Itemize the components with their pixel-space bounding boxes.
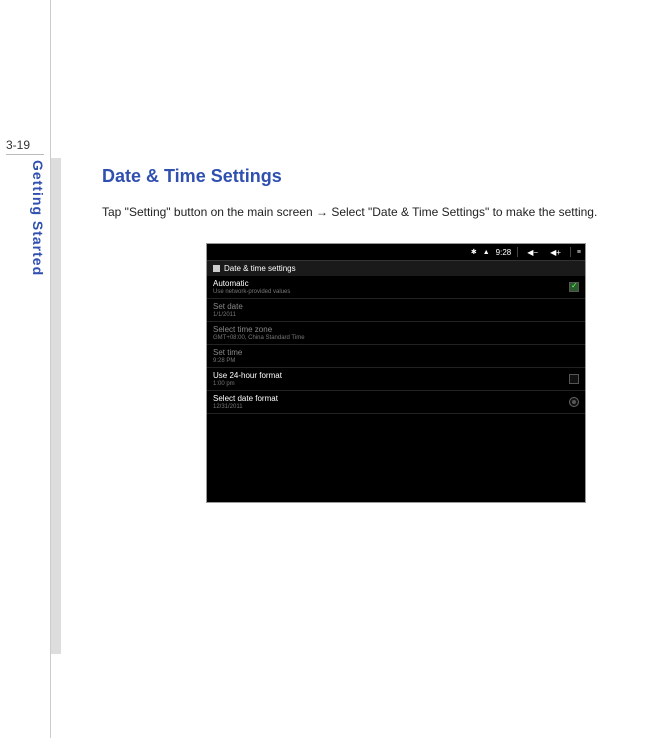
setting-row-24hour[interactable]: Use 24-hour format 1:00 pm xyxy=(207,368,585,391)
breadcrumb-header: Date & time settings xyxy=(207,260,585,276)
setting-subtitle: 12/31/2011 xyxy=(213,404,278,410)
24hour-checkbox[interactable] xyxy=(569,374,579,384)
chapter-label: Getting Started xyxy=(30,160,46,276)
volume-down-button[interactable]: ◀− xyxy=(524,248,541,257)
date-format-selector[interactable] xyxy=(569,397,579,407)
setting-title: Set time xyxy=(213,348,242,357)
status-divider xyxy=(517,247,518,257)
setting-title: Set date xyxy=(213,302,243,311)
content-area: Date & Time Settings Tap "Setting" butto… xyxy=(102,166,661,503)
setting-subtitle: 9:28 PM xyxy=(213,358,242,364)
setting-row-automatic[interactable]: Automatic Use network-provided values xyxy=(207,276,585,299)
status-divider xyxy=(570,247,571,257)
setting-subtitle: 1:00 pm xyxy=(213,381,282,387)
bluetooth-icon: ✱ xyxy=(471,248,477,256)
setting-title: Use 24-hour format xyxy=(213,371,282,380)
section-heading: Date & Time Settings xyxy=(102,166,661,187)
setting-row-select-timezone[interactable]: Select time zone GMT+08:00, China Standa… xyxy=(207,322,585,345)
setting-title: Automatic xyxy=(213,279,290,288)
setting-subtitle: Use network-provided values xyxy=(213,289,290,295)
volume-up-button[interactable]: ◀+ xyxy=(547,248,564,257)
page-number: 3-19 xyxy=(6,138,44,155)
setting-subtitle: 1/1/2011 xyxy=(213,312,243,318)
setting-title: Select time zone xyxy=(213,325,305,334)
instruction-prefix: Tap "Setting" button on the main screen xyxy=(102,205,316,219)
setting-subtitle: GMT+08:00, China Standard Time xyxy=(213,335,305,341)
instruction-suffix: Select "Date & Time Settings" to make th… xyxy=(328,205,597,219)
automatic-checkbox[interactable] xyxy=(569,282,579,292)
setting-row-set-time[interactable]: Set time 9:28 PM xyxy=(207,345,585,368)
setting-row-set-date[interactable]: Set date 1/1/2011 xyxy=(207,299,585,322)
arrow-icon: → xyxy=(316,205,328,219)
breadcrumb-title: Date & time settings xyxy=(224,264,296,273)
grey-sidebar-bar xyxy=(51,158,61,654)
menu-icon[interactable]: ≡ xyxy=(577,249,581,256)
instruction-text: Tap "Setting" button on the main screen … xyxy=(102,205,661,219)
embedded-screenshot: ✱ ▲ 9:28 ◀− ◀+ ≡ Date & time settings Au… xyxy=(206,243,586,503)
status-time: 9:28 xyxy=(496,248,512,257)
status-bar: ✱ ▲ 9:28 ◀− ◀+ ≡ xyxy=(207,244,585,260)
setting-row-date-format[interactable]: Select date format 12/31/2011 xyxy=(207,391,585,414)
setting-title: Select date format xyxy=(213,394,278,403)
wifi-icon: ▲ xyxy=(483,249,490,256)
home-icon[interactable] xyxy=(213,265,220,272)
